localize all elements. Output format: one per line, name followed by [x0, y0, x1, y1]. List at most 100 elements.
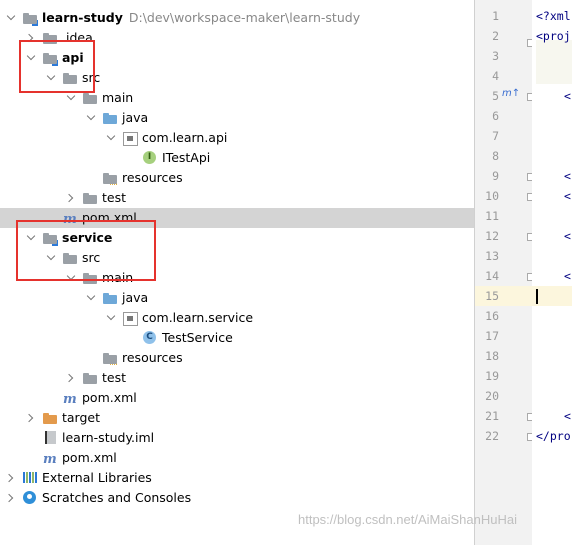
tree-item-service-test[interactable]: test	[0, 368, 474, 388]
line-number: 8	[492, 149, 499, 163]
line-number: 5	[492, 89, 499, 103]
target-label: target	[62, 410, 101, 425]
folder-icon	[82, 91, 98, 105]
tree-item-iml[interactable]: learn-study.iml	[0, 428, 474, 448]
api-package-label: com.learn.api	[142, 130, 228, 145]
code-tag: <	[564, 409, 571, 423]
service-package-label: com.learn.service	[142, 310, 254, 325]
chevron-right-icon[interactable]	[6, 488, 18, 508]
itestapi-label: ITestApi	[162, 150, 211, 165]
editor-gutter: 1 2 3 4 5 6 7 8 9 10 11 12 13 14 15 16 17 18 19 20 21 22 m↑	[475, 0, 553, 545]
line-number: 20	[485, 389, 499, 403]
tag-highlight	[536, 40, 572, 84]
line-number: 2	[492, 29, 499, 43]
scratches-icon	[22, 491, 38, 505]
interface-icon: I	[142, 151, 158, 165]
chevron-right-icon[interactable]	[6, 468, 18, 488]
tree-item-api-package[interactable]: com.learn.api	[0, 128, 474, 148]
tree-item-testservice[interactable]: C TestService	[0, 328, 474, 348]
tree-item-service-pom[interactable]: m pom.xml	[0, 388, 474, 408]
code-line-2: <proj	[536, 29, 571, 43]
api-main-label: main	[102, 90, 134, 105]
class-icon: C	[142, 331, 158, 345]
api-highlight-box	[19, 40, 95, 93]
tree-item-root-pom[interactable]: m pom.xml	[0, 448, 474, 468]
maven-icon: m	[43, 452, 57, 467]
module-folder-icon	[22, 11, 39, 27]
package-icon	[122, 131, 138, 146]
service-java-label: java	[122, 290, 149, 305]
line-number: 16	[485, 309, 499, 323]
watermark: https://blog.csdn.net/AiMaiShanHuHai	[298, 512, 517, 527]
resources-folder-icon	[102, 171, 118, 185]
chevron-right-icon[interactable]	[26, 408, 38, 428]
line-number: 18	[485, 349, 499, 363]
code-tag: <	[564, 269, 571, 283]
chevron-down-icon[interactable]	[86, 288, 98, 308]
line-number: 17	[485, 329, 499, 343]
service-highlight-box	[16, 220, 156, 281]
chevron-down-icon[interactable]	[106, 308, 118, 328]
tree-item-target[interactable]: target	[0, 408, 474, 428]
tree-item-service-resources[interactable]: resources	[0, 348, 474, 368]
iml-file-icon	[42, 431, 58, 445]
tree-item-root[interactable]: learn-study D:\dev\workspace-maker\learn-…	[0, 8, 474, 28]
line-number: 12	[485, 229, 499, 243]
root-path: D:\dev\workspace-maker\learn-study	[128, 10, 361, 25]
tree-item-itestapi[interactable]: I ITestApi	[0, 148, 474, 168]
line-number: 10	[485, 189, 499, 203]
tree-item-external-libraries[interactable]: External Libraries	[0, 468, 474, 488]
source-folder-icon	[102, 291, 118, 305]
code-tag: <	[564, 229, 571, 243]
line-number: 11	[485, 209, 499, 223]
chevron-down-icon[interactable]	[106, 128, 118, 148]
code-editor[interactable]: <?xml <proj < < < < < < </pro	[532, 0, 572, 545]
tree-item-api-java[interactable]: java	[0, 108, 474, 128]
project-tree: learn-study D:\dev\workspace-maker\learn-…	[0, 0, 474, 545]
chevron-right-icon[interactable]	[66, 188, 78, 208]
tree-item-service-package[interactable]: com.learn.service	[0, 308, 474, 328]
line-number: 14	[485, 269, 499, 283]
iml-label: learn-study.iml	[62, 430, 155, 445]
api-resources-label: resources	[122, 170, 183, 185]
code-tag: <	[564, 169, 571, 183]
line-number: 19	[485, 369, 499, 383]
current-line-highlight	[532, 286, 572, 306]
external-libraries-label: External Libraries	[42, 470, 152, 485]
line-number: 3	[492, 49, 499, 63]
text-cursor	[536, 289, 538, 304]
source-folder-icon	[102, 111, 118, 125]
tree-item-scratches[interactable]: Scratches and Consoles	[0, 488, 474, 508]
service-pom-label: pom.xml	[82, 390, 137, 405]
line-number: 13	[485, 249, 499, 263]
code-line-1: <?xml	[536, 9, 571, 23]
excluded-folder-icon	[42, 411, 58, 425]
code-tag: <	[564, 189, 571, 203]
line-number: 22	[485, 429, 499, 443]
testservice-label: TestService	[162, 330, 233, 345]
line-number: 4	[492, 69, 499, 83]
line-number: 6	[492, 109, 499, 123]
root-pom-label: pom.xml	[62, 450, 117, 465]
folder-icon	[82, 191, 98, 205]
tree-item-api-resources[interactable]: resources	[0, 168, 474, 188]
line-number: 15	[485, 289, 499, 303]
maven-icon: m	[63, 392, 77, 407]
line-number: 9	[492, 169, 499, 183]
chevron-down-icon[interactable]	[86, 108, 98, 128]
package-icon	[122, 311, 138, 326]
line-number: 21	[485, 409, 499, 423]
root-label: learn-study	[42, 10, 123, 25]
api-test-label: test	[102, 190, 127, 205]
chevron-right-icon[interactable]	[66, 368, 78, 388]
service-resources-label: resources	[122, 350, 183, 365]
implemented-marker-icon[interactable]: m↑	[502, 88, 520, 99]
line-number: 7	[492, 129, 499, 143]
scratches-label: Scratches and Consoles	[42, 490, 192, 505]
chevron-down-icon[interactable]	[6, 8, 18, 28]
tree-item-api-test[interactable]: test	[0, 188, 474, 208]
service-test-label: test	[102, 370, 127, 385]
folder-icon	[82, 371, 98, 385]
api-java-label: java	[122, 110, 149, 125]
tree-item-service-java[interactable]: java	[0, 288, 474, 308]
